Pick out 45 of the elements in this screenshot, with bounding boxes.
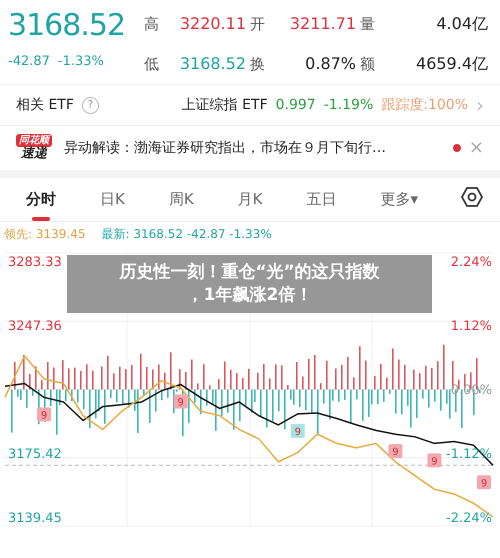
signal-tag: 9 bbox=[388, 444, 402, 458]
signal-tag: 9 bbox=[427, 452, 442, 467]
price-change: -42.87 bbox=[8, 53, 50, 71]
chart-tab[interactable]: 分时 bbox=[24, 182, 58, 220]
chart-tab[interactable]: 月K bbox=[236, 182, 264, 220]
etf-change: -1.19% bbox=[324, 96, 374, 114]
y-tick-label: 3139.45 bbox=[8, 510, 62, 526]
stat-value: 3220.11 bbox=[178, 13, 247, 35]
signal-tag: 9 bbox=[477, 474, 491, 489]
chart-tab[interactable]: 周K bbox=[166, 182, 196, 220]
percent-label: 1.12% bbox=[450, 318, 492, 334]
stat-value: 3168.52 bbox=[178, 53, 247, 75]
signal-tag: 9 bbox=[290, 423, 305, 438]
legend-lead: 领先: 3139.45 bbox=[4, 226, 86, 242]
chart-tab[interactable]: 日K bbox=[98, 182, 127, 220]
percent-label: 2.24% bbox=[450, 254, 492, 270]
news-headline[interactable]: 异动解读：渤海证券研究指出，市场在９月下旬行… bbox=[64, 138, 445, 158]
y-tick-label: 3247.36 bbox=[8, 318, 62, 334]
stat-label: 量 bbox=[360, 14, 376, 35]
stat-label: 额 bbox=[360, 54, 376, 75]
settings-icon[interactable] bbox=[460, 185, 484, 210]
etf-price: 0.997 bbox=[276, 96, 316, 114]
percent-label: -2.24% bbox=[446, 510, 492, 526]
stat-value: 3211.71 bbox=[288, 13, 357, 35]
y-tick-label: 3175.42 bbox=[8, 446, 62, 462]
tracking-rate: 跟踪度:100% bbox=[381, 96, 468, 114]
stat-value: 0.87% bbox=[304, 53, 357, 75]
chart-tab[interactable]: 更多▾ bbox=[378, 182, 420, 220]
headline-overlay: 历史性一刻！重仓“光”的这只指数 ，1年飙涨2倍！ bbox=[67, 255, 432, 313]
stat-value: 4.04亿 bbox=[435, 13, 489, 35]
y-tick-label: 3283.33 bbox=[8, 254, 62, 270]
logo-text: 速递 bbox=[21, 147, 47, 162]
stat-label: 开 bbox=[250, 14, 266, 35]
signal-tag: 9 bbox=[37, 406, 52, 421]
signal-tag: 9 bbox=[174, 394, 188, 408]
etf-label: 相关 ETF bbox=[16, 96, 74, 114]
stat-label: 换 bbox=[250, 54, 266, 75]
percent-change: -1.33% bbox=[58, 53, 104, 71]
chart-tab[interactable]: 五日 bbox=[304, 182, 338, 220]
stat-label: 低 bbox=[144, 54, 160, 75]
stat-value: 4659.4亿 bbox=[415, 53, 489, 75]
etf-name: 上证综指 ETF bbox=[182, 96, 268, 114]
stat-label: 高 bbox=[144, 14, 160, 35]
index-price: 3168.52 bbox=[8, 8, 126, 44]
legend-latest: 最新: 3168.52 -42.87 -1.33% bbox=[101, 226, 272, 242]
